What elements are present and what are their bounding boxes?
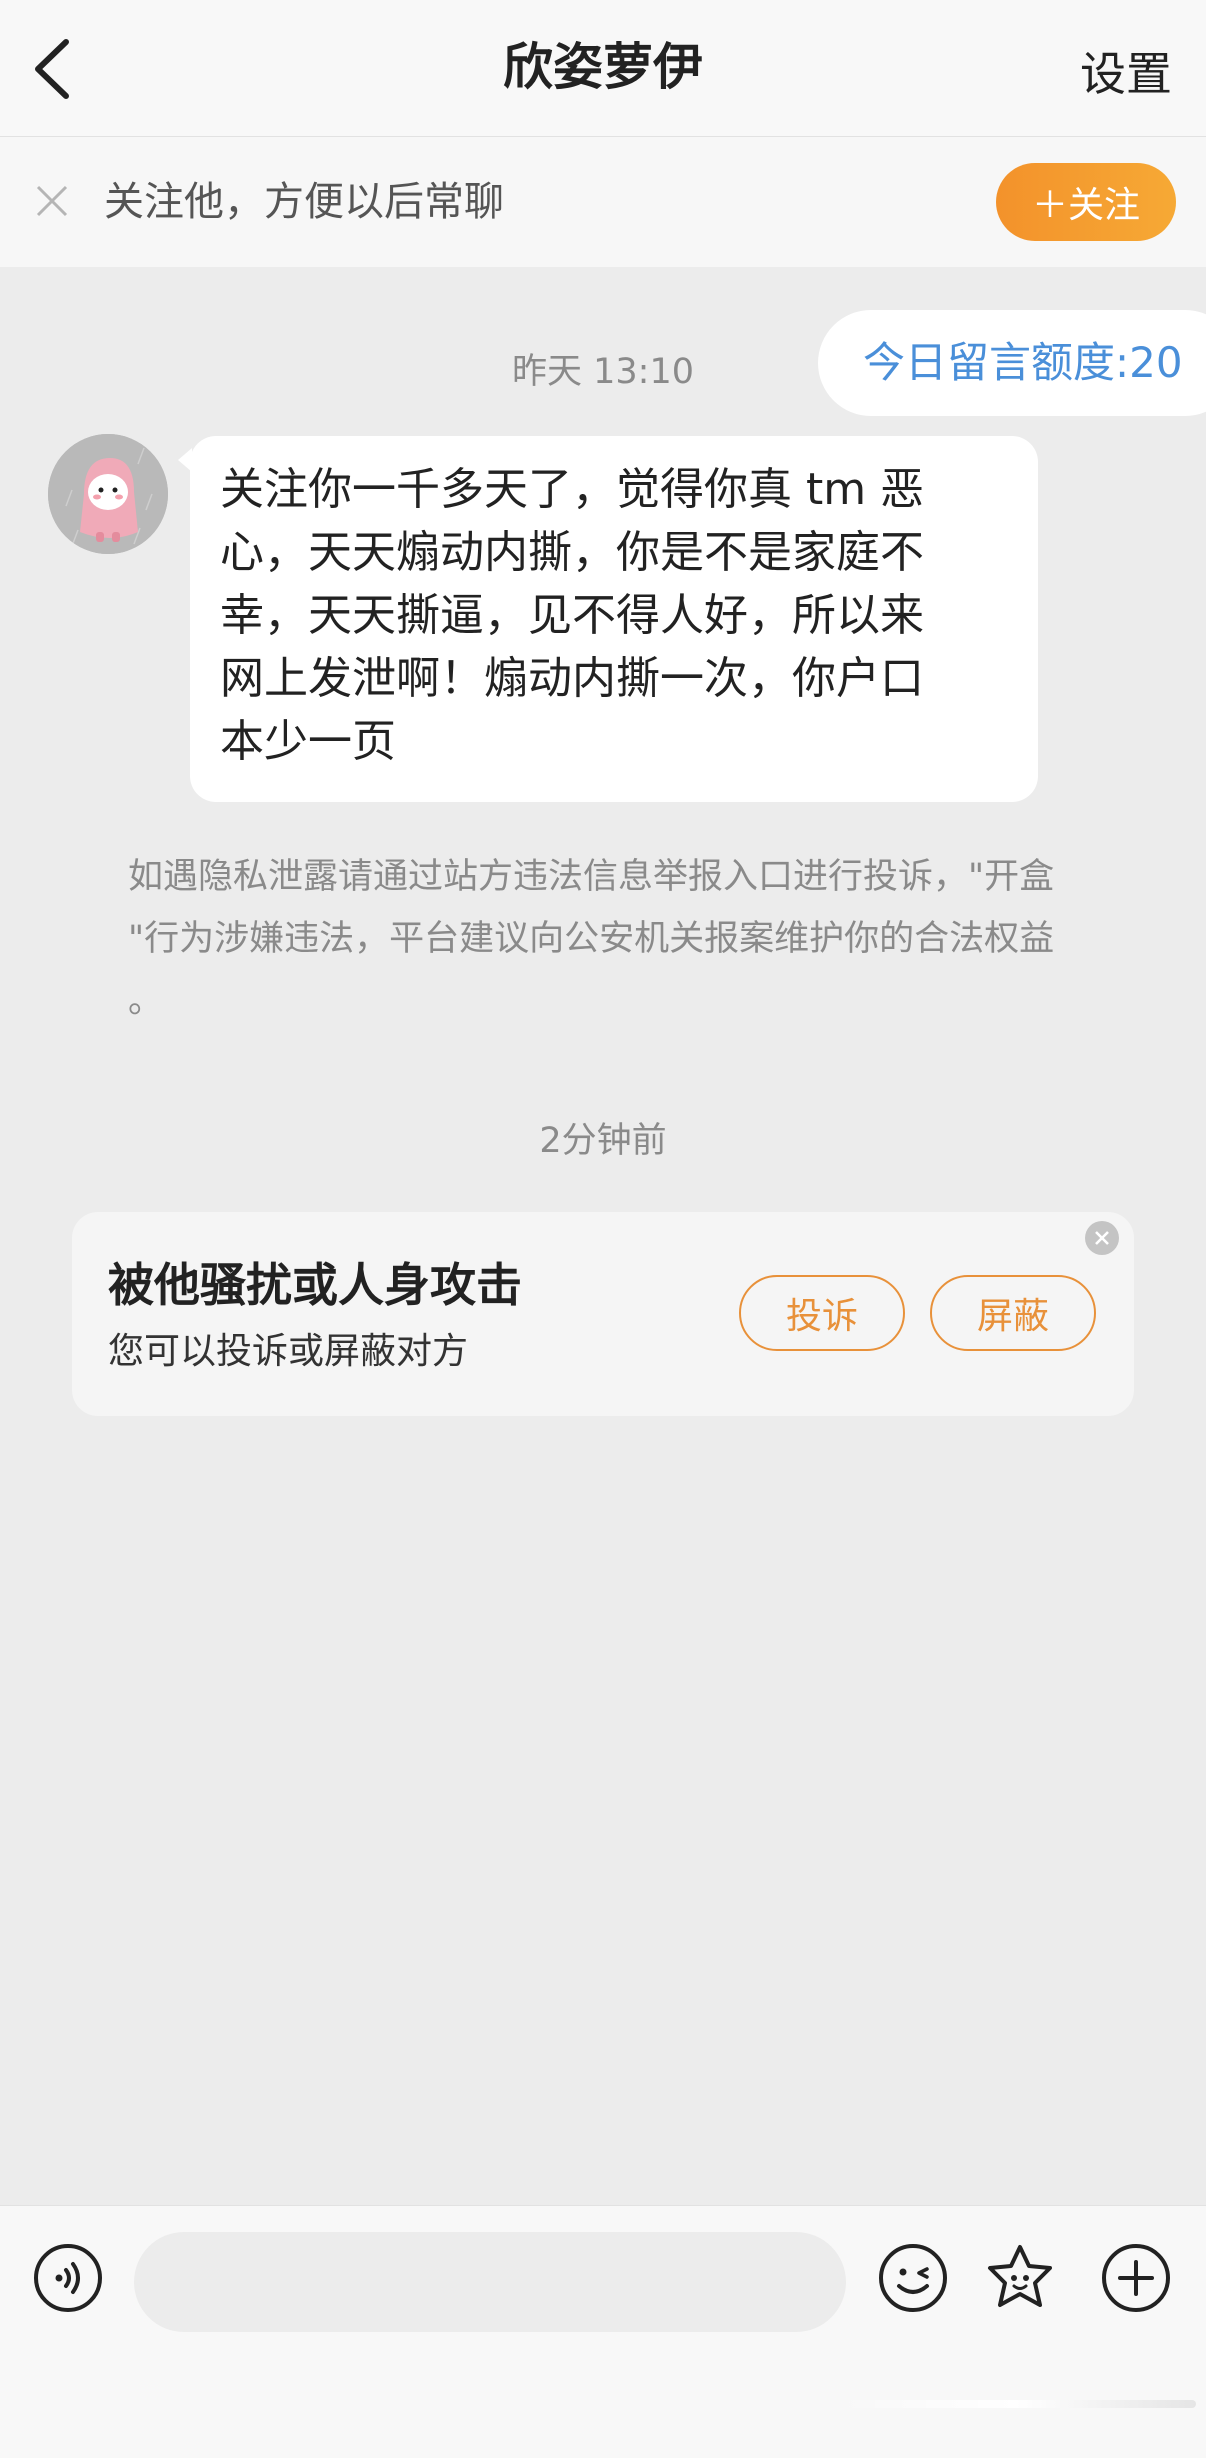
chat-input-bar (0, 2205, 1206, 2458)
close-circle-icon[interactable] (1084, 1220, 1120, 1256)
nav-header: 欣姿萝伊 设置 (0, 0, 1206, 137)
message-line: 心，天天煽动内撕，你是不是家庭不 (220, 527, 924, 578)
voice-icon[interactable] (32, 2242, 104, 2314)
message-timestamp: 昨天 13:10 (512, 352, 694, 392)
page-title: 欣姿萝伊 (503, 38, 703, 96)
avatar[interactable] (48, 434, 168, 554)
sticker-icon[interactable] (984, 2242, 1056, 2314)
settings-button[interactable]: 设置 (1080, 40, 1172, 108)
emoji-icon[interactable] (877, 2242, 949, 2314)
message-bubble[interactable]: 关注你一千多天了，觉得你真 tm 恶 心，天天煽动内撕，你是不是家庭不 幸，天天… (190, 436, 1038, 802)
close-icon[interactable] (32, 181, 72, 221)
harassment-card: 被他骚扰或人身攻击 您可以投诉或屏蔽对方 投诉 屏蔽 (72, 1212, 1134, 1416)
notice-line: "行为涉嫌违法，平台建议向公安机关报案维护你的合法权益 (128, 919, 1055, 959)
harassment-title: 被他骚扰或人身攻击 (108, 1258, 522, 1312)
block-button[interactable]: 屏蔽 (930, 1275, 1096, 1351)
report-button[interactable]: 投诉 (739, 1275, 905, 1351)
notice-line: 。 (128, 981, 164, 1021)
message-line: 本少一页 (220, 716, 396, 767)
follow-banner-text: 关注他，方便以后常聊 (104, 179, 504, 225)
message-line: 关注你一千多天了，觉得你真 tm 恶 (220, 464, 925, 515)
privacy-notice: 如遇隐私泄露请通过站方违法信息举报入口进行投诉，"开盒 "行为涉嫌违法，平台建议… (128, 846, 1088, 1032)
message-line: 幸，天天撕逼，见不得人好，所以来 (220, 590, 924, 641)
message-input[interactable] (134, 2232, 846, 2332)
avatar-illustration (48, 434, 168, 554)
notice-line: 如遇隐私泄露请通过站方违法信息举报入口进行投诉，"开盒 (128, 857, 1055, 897)
plus-icon[interactable] (1100, 2242, 1172, 2314)
system-timestamp: 2分钟前 (539, 1121, 667, 1161)
follow-banner: 关注他，方便以后常聊 ＋关注 (0, 137, 1206, 267)
follow-button[interactable]: ＋关注 (996, 163, 1176, 241)
message-line: 网上发泄啊！煽动内撕一次，你户口 (220, 653, 924, 704)
harassment-subtitle: 您可以投诉或屏蔽对方 (108, 1331, 469, 1372)
home-indicator (836, 2400, 1196, 2408)
